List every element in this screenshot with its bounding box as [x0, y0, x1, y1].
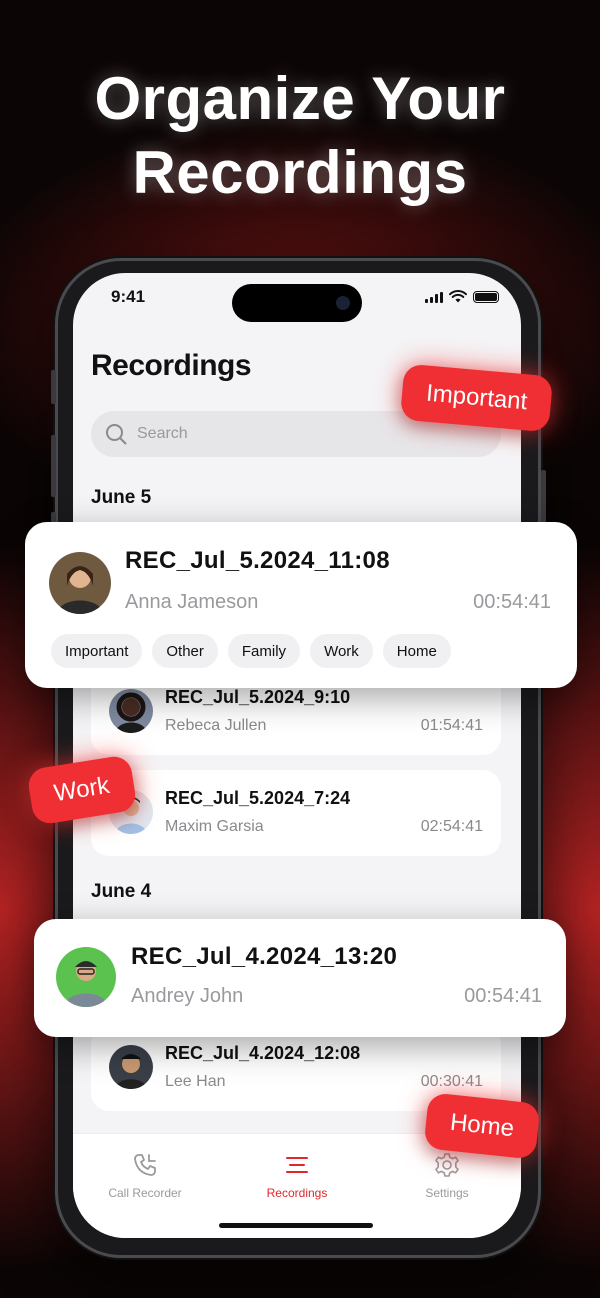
- camera-icon: [336, 296, 350, 310]
- tab-label: Call Recorder: [108, 1186, 182, 1200]
- wifi-icon: [449, 290, 467, 303]
- recording-name: REC_Jul_4.2024_13:20: [131, 943, 398, 970]
- volume-up-button: [51, 435, 56, 497]
- tab-label: Settings: [425, 1186, 469, 1200]
- tag-chip-important[interactable]: Important: [51, 634, 143, 668]
- tab-recordings[interactable]: Recordings: [232, 1150, 362, 1200]
- dynamic-island: [232, 284, 362, 322]
- tag-chip-other[interactable]: Other: [152, 634, 218, 668]
- list-item[interactable]: REC_Jul_5.2024_7:24 Maxim Garsia 02:54:4…: [91, 770, 501, 856]
- recording-name: REC_Jul_5.2024_11:08: [125, 547, 390, 574]
- recording-name: REC_Jul_5.2024_9:10: [165, 687, 351, 707]
- tab-call-recorder[interactable]: Call Recorder: [80, 1150, 210, 1200]
- avatar: [56, 947, 116, 1007]
- section-header-june-5: June 5: [91, 487, 152, 508]
- gear-icon: [435, 1153, 459, 1177]
- list-icon: [286, 1157, 308, 1173]
- recording-person: Maxim Garsia: [165, 818, 264, 835]
- section-header-june-4: June 4: [91, 881, 152, 902]
- search-icon: [106, 424, 127, 445]
- recording-person: Andrey John: [131, 985, 244, 1007]
- recording-duration: 00:30:41: [420, 1073, 483, 1090]
- tag-chip-home[interactable]: Home: [382, 634, 451, 668]
- headline: Organize Your Recordings: [0, 62, 600, 210]
- headline-line-1: Organize Your: [94, 65, 506, 132]
- recording-duration: 01:54:41: [420, 717, 483, 734]
- status-icons: [425, 290, 499, 303]
- page-title: Recordings: [91, 349, 252, 382]
- signal-icon: [425, 292, 443, 303]
- recording-duration: 02:54:41: [420, 818, 483, 835]
- recording-person: Lee Han: [165, 1073, 226, 1090]
- search-input[interactable]: [137, 425, 437, 443]
- tab-label: Recordings: [266, 1186, 328, 1200]
- recording-name: REC_Jul_5.2024_7:24: [165, 788, 351, 808]
- recording-person: Rebeca Jullen: [165, 717, 267, 734]
- recording-name: REC_Jul_4.2024_12:08: [165, 1043, 361, 1063]
- status-time: 9:41: [111, 287, 146, 306]
- tag-chip-work[interactable]: Work: [310, 634, 373, 668]
- recording-duration: 00:54:41: [464, 985, 542, 1007]
- home-indicator: [219, 1223, 373, 1228]
- tag-chip-family[interactable]: Family: [227, 634, 301, 668]
- avatar: [109, 1045, 153, 1089]
- recording-person: Anna Jameson: [125, 591, 259, 613]
- floating-tag-home: Home: [423, 1092, 541, 1160]
- phone-icon: [134, 1154, 156, 1176]
- battery-icon: [473, 291, 499, 303]
- tag-list: Important Other Family Work Home: [51, 634, 451, 668]
- side-button: [51, 370, 56, 404]
- headline-line-2: Recordings: [132, 139, 468, 206]
- highlighted-recording-card[interactable]: REC_Jul_4.2024_13:20 Andrey John 00:54:4…: [34, 919, 566, 1037]
- featured-recording-card[interactable]: REC_Jul_5.2024_11:08 Anna Jameson 00:54:…: [25, 522, 577, 688]
- avatar: [49, 552, 111, 614]
- avatar: [109, 689, 153, 733]
- recording-duration: 00:54:41: [473, 591, 551, 613]
- tab-settings[interactable]: Settings: [382, 1150, 512, 1200]
